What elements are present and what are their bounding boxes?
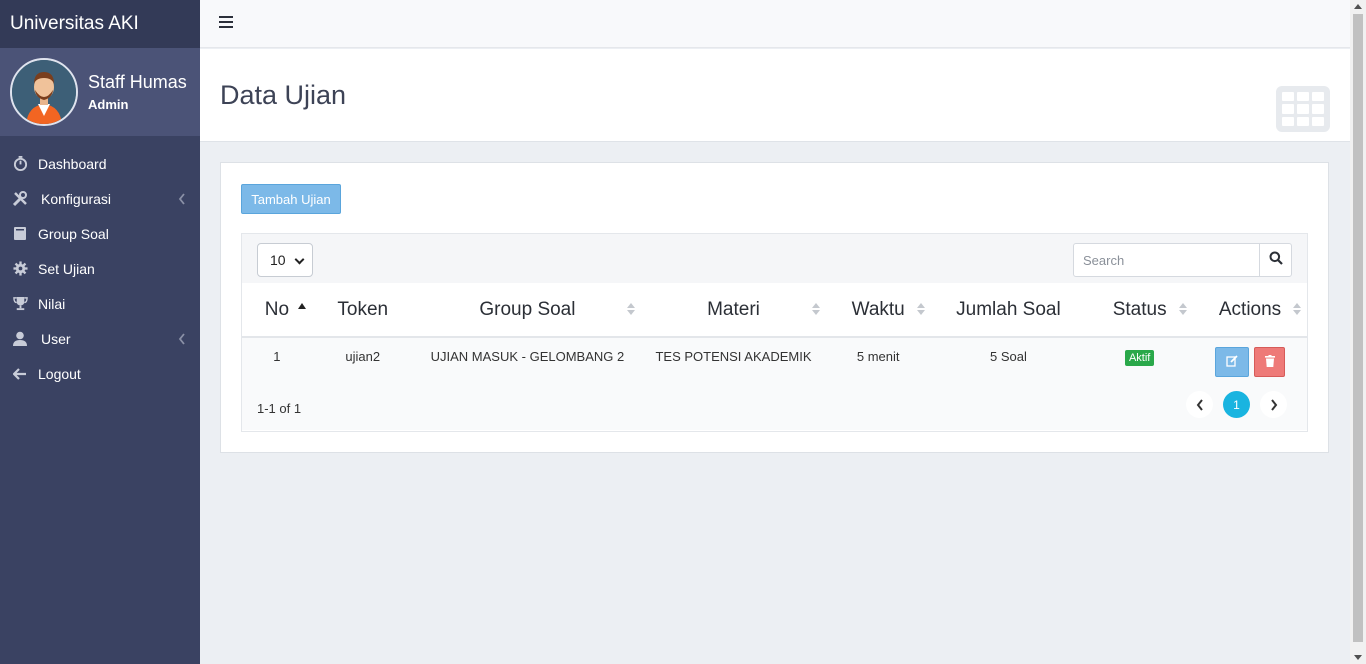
scroll-down-icon[interactable] bbox=[1354, 655, 1362, 660]
col-header-label: Status bbox=[1112, 298, 1167, 320]
sidebar-item-label: Group Soal bbox=[38, 225, 109, 242]
cell-token: ujian2 bbox=[311, 337, 414, 381]
table-toolbar: 10 bbox=[242, 234, 1307, 283]
next-page-button[interactable] bbox=[1260, 391, 1287, 418]
cell-materi: TES POTENSI AKADEMIK bbox=[641, 337, 826, 381]
pagination: 1 bbox=[1186, 391, 1287, 418]
scroll-thumb[interactable] bbox=[1353, 14, 1363, 642]
chevron-left-icon bbox=[178, 332, 186, 348]
sidebar-item-user[interactable]: User bbox=[0, 321, 200, 356]
sidebar-item-set-ujian[interactable]: Set Ujian bbox=[0, 251, 200, 286]
col-header-label: Token bbox=[337, 298, 389, 320]
user-name: Staff Humas bbox=[88, 72, 187, 92]
delete-button[interactable] bbox=[1254, 347, 1286, 377]
trophy-icon bbox=[12, 296, 28, 312]
col-header-label: Actions bbox=[1218, 298, 1282, 320]
page-scrollbar[interactable] bbox=[1350, 0, 1366, 664]
exam-table: No Token Group Soal Materi Waktu Jumlah … bbox=[242, 283, 1307, 381]
cell-no: 1 bbox=[242, 337, 312, 381]
col-header-no[interactable]: No bbox=[242, 283, 312, 338]
user-panel: Staff Humas Admin bbox=[0, 48, 200, 136]
col-header-token[interactable]: Token bbox=[311, 283, 414, 338]
col-header-status[interactable]: Status bbox=[1086, 283, 1194, 338]
trash-icon bbox=[1264, 354, 1275, 370]
chevron-down-icon bbox=[294, 254, 305, 265]
sidebar-item-label: Konfigurasi bbox=[41, 190, 112, 207]
col-header-materi[interactable]: Materi bbox=[641, 283, 826, 338]
page-info: 1-1 of 1 bbox=[257, 401, 302, 416]
user-icon bbox=[12, 331, 28, 347]
sort-icon bbox=[627, 303, 636, 317]
search-icon bbox=[1269, 251, 1283, 270]
cell-waktu: 5 menit bbox=[825, 337, 931, 381]
brand-title[interactable]: Universitas AKI bbox=[0, 0, 200, 48]
col-header-waktu[interactable]: Waktu bbox=[825, 283, 931, 338]
edit-button[interactable] bbox=[1215, 347, 1250, 377]
menu-toggle-icon[interactable] bbox=[219, 16, 233, 30]
tools-icon bbox=[12, 190, 28, 207]
book-icon bbox=[12, 226, 28, 242]
chevron-left-icon bbox=[178, 192, 186, 208]
col-header-jumlah-soal[interactable]: Jumlah Soal bbox=[930, 283, 1087, 338]
sort-icon bbox=[1293, 303, 1301, 317]
sort-asc-icon bbox=[297, 303, 306, 317]
sidebar-menu: Dashboard Konfigurasi Group Soal Set Uji… bbox=[0, 146, 200, 391]
sidebar-item-nilai[interactable]: Nilai bbox=[0, 286, 200, 321]
cell-jumlah-soal: 5 Soal bbox=[930, 337, 1087, 381]
user-role: Admin bbox=[88, 97, 129, 112]
stopwatch-icon bbox=[12, 156, 28, 172]
search-input[interactable] bbox=[1074, 244, 1259, 276]
avatar bbox=[10, 58, 78, 126]
col-header-label: Waktu bbox=[851, 298, 905, 320]
sidebar: Universitas AKI Staff Humas Admin Dashbo… bbox=[0, 0, 200, 664]
sidebar-item-group-soal[interactable]: Group Soal bbox=[0, 216, 200, 251]
per-page-value: 10 bbox=[270, 252, 286, 268]
prev-page-button[interactable] bbox=[1186, 391, 1213, 418]
status-badge: Aktif bbox=[1124, 350, 1155, 366]
arrow-left-icon bbox=[12, 366, 28, 382]
cell-actions bbox=[1193, 337, 1307, 381]
sidebar-item-dashboard[interactable]: Dashboard bbox=[0, 146, 200, 181]
col-header-label: Materi bbox=[707, 298, 760, 320]
sidebar-item-label: User bbox=[41, 330, 71, 347]
sidebar-item-label: Set Ujian bbox=[38, 260, 95, 277]
cell-status: Aktif bbox=[1086, 337, 1194, 381]
chevron-left-icon bbox=[1196, 398, 1203, 411]
page-title: Data Ujian bbox=[220, 80, 347, 110]
scroll-up-icon[interactable] bbox=[1354, 4, 1362, 9]
page-header: Data Ujian bbox=[200, 49, 1350, 142]
search-button[interactable] bbox=[1259, 244, 1291, 276]
table-footer: 1-1 of 1 1 bbox=[242, 381, 1307, 430]
data-table: 10 No Token Group S bbox=[241, 233, 1308, 432]
col-header-group-soal[interactable]: Group Soal bbox=[413, 283, 642, 338]
edit-icon bbox=[1226, 354, 1238, 370]
chevron-right-icon bbox=[1270, 398, 1277, 411]
table-row: 1 ujian2 UJIAN MASUK - GELOMBANG 2 TES P… bbox=[242, 337, 1307, 381]
cell-group-soal: UJIAN MASUK - GELOMBANG 2 bbox=[413, 337, 642, 381]
topbar bbox=[200, 0, 1350, 48]
col-header-actions[interactable]: Actions bbox=[1193, 283, 1307, 338]
page-button-current[interactable]: 1 bbox=[1223, 391, 1250, 418]
search-box bbox=[1073, 243, 1292, 277]
sort-icon bbox=[916, 303, 925, 317]
add-exam-button[interactable]: Tambah Ujian bbox=[241, 184, 341, 214]
sidebar-item-logout[interactable]: Logout bbox=[0, 356, 200, 391]
gear-icon bbox=[12, 261, 28, 277]
sidebar-item-label: Logout bbox=[38, 365, 81, 382]
sidebar-item-label: Dashboard bbox=[38, 155, 107, 172]
table-header-row: No Token Group Soal Materi Waktu Jumlah … bbox=[242, 283, 1307, 338]
col-header-label: Group Soal bbox=[479, 298, 576, 320]
content-card: Tambah Ujian 10 Search No Token Group So… bbox=[220, 162, 1329, 453]
sort-icon bbox=[811, 303, 820, 317]
sidebar-item-label: Nilai bbox=[38, 295, 66, 312]
sidebar-item-konfigurasi[interactable]: Konfigurasi bbox=[0, 181, 200, 216]
sort-icon bbox=[1179, 303, 1188, 317]
col-header-label: No bbox=[264, 298, 290, 320]
col-header-label: Jumlah Soal bbox=[956, 298, 1061, 320]
table-icon bbox=[1276, 86, 1330, 132]
per-page-select[interactable]: 10 bbox=[257, 243, 313, 277]
